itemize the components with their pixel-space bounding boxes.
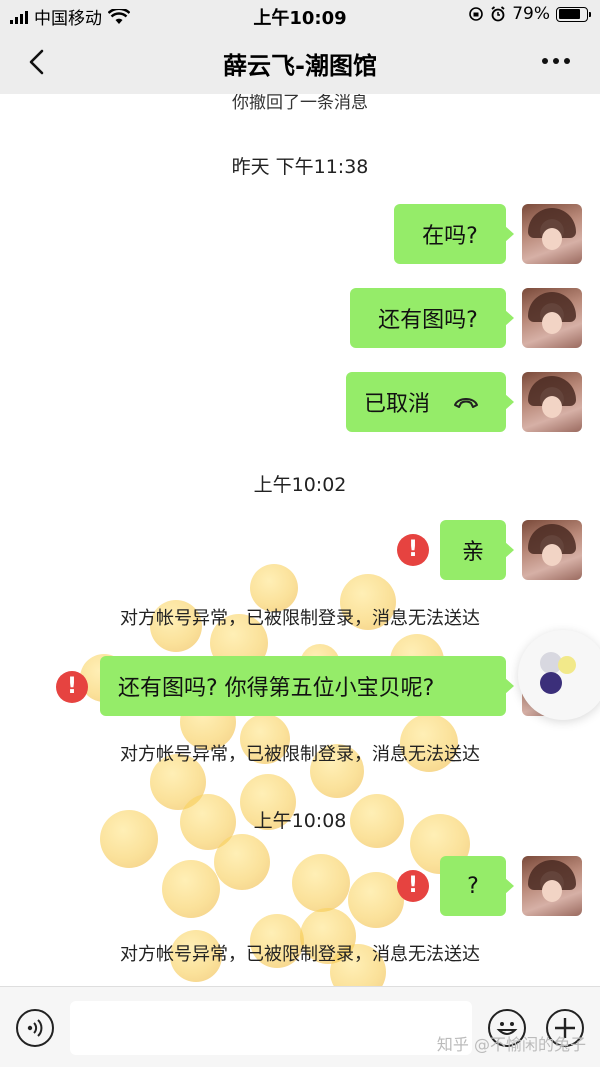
system-notice: 对方帐号异常，已被限制登录，消息无法送达 (120, 608, 480, 629)
error-icon[interactable]: ! (397, 870, 429, 902)
message-bubble[interactable]: 在吗? (394, 204, 514, 264)
call-cancelled-icon (454, 398, 479, 408)
status-right: 79% (468, 4, 591, 24)
emoji-decoration (348, 872, 404, 928)
message-text: 亲 (461, 540, 484, 565)
battery-fill (558, 9, 580, 19)
battery-icon (556, 6, 591, 22)
message-text: 还有图吗? 你得第五位小宝贝呢? (118, 676, 435, 701)
emoji-decoration (162, 860, 220, 918)
message-bubble[interactable]: 亲 (440, 520, 514, 580)
message-input[interactable] (70, 1001, 472, 1055)
timestamp: 上午10:02 (253, 474, 347, 496)
avatar[interactable] (522, 372, 582, 432)
message-bubble[interactable]: 还有图吗? (350, 288, 514, 348)
orientation-lock-icon (469, 7, 484, 21)
avatar[interactable] (522, 520, 582, 580)
error-icon[interactable]: ! (397, 534, 429, 566)
emoji-decoration (292, 854, 350, 912)
message-text: 已取消 (364, 392, 431, 417)
timestamp: 上午10:08 (253, 810, 347, 832)
chat-area[interactable]: 你撤回了一条消息 昨天 下午11:38 在吗? 还有图吗? 已取消 上午10:0… (0, 94, 600, 986)
system-notice: 对方帐号异常，已被限制登录，消息无法送达 (120, 944, 480, 965)
avatar[interactable] (522, 204, 582, 264)
floating-assistant-button[interactable] (518, 630, 600, 720)
message-text: ? (467, 873, 479, 899)
emoji-decoration (214, 834, 270, 890)
nav-bar: 薛云飞-潮图馆 (0, 30, 600, 94)
watermark: 知乎 @不愉闲的兔子 (436, 1035, 586, 1054)
system-notice: 对方帐号异常，已被限制登录，消息无法送达 (120, 744, 480, 765)
message-bubble[interactable]: 还有图吗? 你得第五位小宝贝呢? (100, 656, 514, 716)
message-bubble[interactable]: 已取消 (346, 372, 514, 432)
recalled-notice: 你撤回了一条消息 (232, 94, 368, 113)
avatar[interactable] (522, 856, 582, 916)
message-bubble[interactable]: ? (440, 856, 514, 916)
chat-title: 薛云飞-潮图馆 (223, 52, 377, 80)
alarm-icon (491, 6, 505, 22)
input-bar: 知乎 @不愉闲的兔子 (0, 986, 600, 1067)
timestamp: 昨天 下午11:38 (231, 156, 369, 178)
status-bar: 中国移动 上午10:09 79% (0, 0, 600, 30)
avatar[interactable] (522, 288, 582, 348)
voice-icon[interactable] (16, 1009, 54, 1047)
message-text: 还有图吗? (378, 308, 478, 333)
error-icon[interactable]: ! (56, 671, 88, 703)
battery-percent: 79% (512, 4, 550, 24)
message-text: 在吗? (422, 224, 478, 249)
more-dots-icon[interactable] (542, 58, 570, 64)
